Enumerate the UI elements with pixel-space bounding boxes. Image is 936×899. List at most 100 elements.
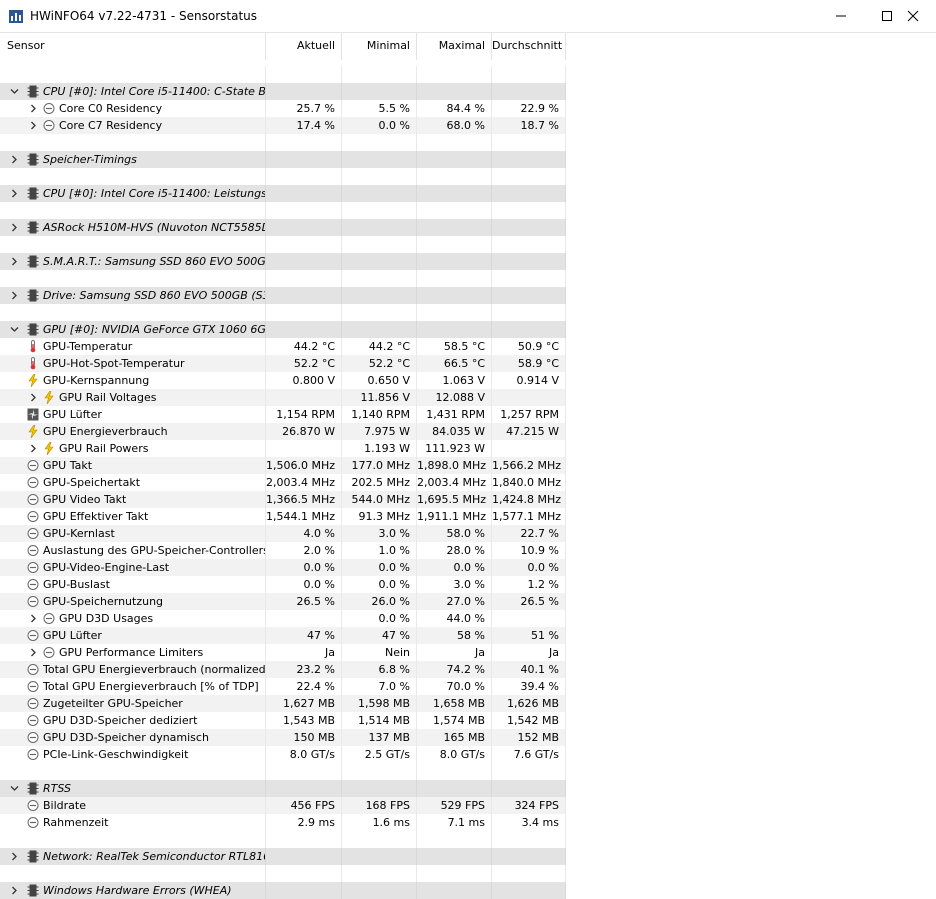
chevron-right-icon[interactable] [27, 100, 39, 117]
value-max: 1,574 MB [417, 712, 492, 729]
value-avg: 0.0 % [492, 559, 566, 576]
sensor-label-cell: GPU-Buslast [0, 576, 266, 593]
sensor-group-row[interactable]: Drive: Samsung SSD 860 EVO 500GB (S3Z2..… [0, 287, 566, 304]
value-current: 22.4 % [266, 678, 342, 695]
value-max: 0.0 % [417, 559, 492, 576]
sensor-row[interactable]: GPU Energieverbrauch 26.870 W 7.975 W 84.03… [0, 423, 566, 440]
sensor-row[interactable]: GPU Rail Powers 1.193 W 111.923 W [0, 440, 566, 457]
sensor-label-cell: GPU Performance Limiters [0, 644, 266, 661]
sensor-row[interactable]: Core C0 Residency 25.7 % 5.5 % 84.4 % 22.9 % [0, 100, 566, 117]
sensor-row[interactable]: Total GPU Energieverbrauch [% of TDP] 22.… [0, 678, 566, 695]
chevron-right-icon[interactable] [8, 882, 20, 899]
sensor-row[interactable]: GPU Effektiver Takt 1,544.1 MHz 91.3 MHz 1,… [0, 508, 566, 525]
spacer-cell [266, 236, 342, 253]
sensor-row[interactable]: GPU-Buslast 0.0 % 0.0 % 3.0 % 1.2 % [0, 576, 566, 593]
chevron-right-icon[interactable] [8, 185, 20, 202]
value-current: 4.0 % [266, 525, 342, 542]
sensor-row[interactable]: Zugeteilter GPU-Speicher 1,627 MB 1,598 MB… [0, 695, 566, 712]
chevron-right-icon[interactable] [27, 389, 39, 406]
chevron-right-icon[interactable] [27, 644, 39, 661]
sensor-row[interactable]: GPU-Kernlast 4.0 % 3.0 % 58.0 % 22.7 % [0, 525, 566, 542]
chevron-right-icon[interactable] [27, 610, 39, 627]
sensor-label: GPU Rail Powers [59, 442, 149, 455]
sensor-group-row[interactable]: Network: RealTek Semiconductor RTL8168/.… [0, 848, 566, 865]
chevron-down-icon[interactable] [8, 83, 20, 100]
sensor-group-row[interactable]: S.M.A.R.T.: Samsung SSD 860 EVO 500GB ..… [0, 253, 566, 270]
sensor-group-row[interactable]: Speicher-Timings [0, 151, 566, 168]
gauge-icon [27, 459, 39, 472]
sensor-group-row[interactable]: RTSS [0, 780, 566, 797]
chevron-right-icon[interactable] [27, 117, 39, 134]
sensor-group-row[interactable]: ASRock H510M-HVS (Nuvoton NCT5585D) [0, 219, 566, 236]
sensor-row[interactable]: Total GPU Energieverbrauch (normalized) … [0, 661, 566, 678]
spacer-row [0, 763, 566, 780]
column-header-avg[interactable]: Durchschnitt [492, 33, 566, 60]
chevron-right-icon[interactable] [8, 848, 20, 865]
group-label-cell: CPU [#0]: Intel Core i5-11400: Leistungs… [0, 185, 266, 202]
sensor-row[interactable]: GPU Takt 1,506.0 MHz 177.0 MHz 1,898.0 MHz 1… [0, 457, 566, 474]
chevron-right-icon[interactable] [8, 287, 20, 304]
sensor-row[interactable]: GPU D3D Usages 0.0 % 44.0 % [0, 610, 566, 627]
group-label: CPU [#0]: Intel Core i5-11400: Leistungs… [43, 187, 266, 200]
sensor-row[interactable]: PCIe-Link-Geschwindigkeit 8.0 GT/s 2.5 GT/… [0, 746, 566, 763]
column-header-sensor[interactable]: Sensor [0, 33, 266, 60]
gauge-icon [43, 646, 55, 659]
sensor-row[interactable]: GPU-Temperatur 44.2 °C 44.2 °C 58.5 °C 50.9 … [0, 338, 566, 355]
column-header-current[interactable]: Aktuell [266, 33, 342, 60]
column-header-min[interactable]: Minimal [342, 33, 417, 60]
chevron-right-icon[interactable] [27, 440, 39, 457]
sensor-row[interactable]: GPU Lüfter 47 % 47 % 58 % 51 % [0, 627, 566, 644]
sensor-row[interactable]: GPU Lüfter 1,154 RPM 1,140 RPM 1,431 RPM 1,2… [0, 406, 566, 423]
group-value-cell [492, 83, 566, 100]
sensor-label-cell: GPU Lüfter [0, 627, 266, 644]
sensor-row[interactable]: Bildrate 456 FPS 168 FPS 529 FPS 324 FPS [0, 797, 566, 814]
sensor-row[interactable]: GPU Video Takt 1,366.5 MHz 544.0 MHz 1,695.… [0, 491, 566, 508]
sensor-row[interactable]: GPU-Speichertakt 2,003.4 MHz 202.5 MHz 2,00… [0, 474, 566, 491]
value-current: 23.2 % [266, 661, 342, 678]
value-avg: 0.914 V [492, 372, 566, 389]
sensor-row[interactable]: GPU Rail Voltages 11.856 V 12.088 V [0, 389, 566, 406]
group-value-cell [417, 780, 492, 797]
value-max: 58 % [417, 627, 492, 644]
chevron-down-icon[interactable] [8, 321, 20, 338]
sensor-group-row[interactable]: GPU [#0]: NVIDIA GeForce GTX 1060 6GB: [0, 321, 566, 338]
spacer-cell [266, 168, 342, 185]
sensor-group-row[interactable]: CPU [#0]: Intel Core i5-11400: C-State B… [0, 83, 566, 100]
value-max: 66.5 °C [417, 355, 492, 372]
spacer-cell [266, 304, 342, 321]
sensor-row[interactable]: GPU D3D-Speicher dediziert 1,543 MB 1,514 … [0, 712, 566, 729]
sensor-row[interactable]: Core C7 Residency 17.4 % 0.0 % 68.0 % 18.7 % [0, 117, 566, 134]
value-avg: 40.1 % [492, 661, 566, 678]
group-value-cell [266, 321, 342, 338]
fan-icon [27, 408, 39, 421]
sensor-row[interactable]: GPU-Video-Engine-Last 0.0 % 0.0 % 0.0 % 0.0 … [0, 559, 566, 576]
column-header-max[interactable]: Maximal [417, 33, 492, 60]
chevron-down-icon[interactable] [8, 780, 20, 797]
sensor-label-cell: GPU-Temperatur [0, 338, 266, 355]
group-value-cell [417, 185, 492, 202]
sensor-group-row[interactable]: CPU [#0]: Intel Core i5-11400: Leistungs… [0, 185, 566, 202]
close-button[interactable] [890, 0, 936, 32]
sensor-row[interactable]: GPU-Speichernutzung 26.5 % 26.0 % 27.0 % 26.… [0, 593, 566, 610]
value-min: 7.975 W [342, 423, 417, 440]
sensor-row[interactable]: GPU Performance Limiters Ja Nein Ja Ja [0, 644, 566, 661]
group-value-cell [417, 882, 492, 899]
chevron-right-icon[interactable] [8, 253, 20, 270]
chip-icon [27, 323, 39, 336]
sensor-row[interactable]: Rahmenzeit 2.9 ms 1.6 ms 7.1 ms 3.4 ms [0, 814, 566, 831]
sensor-row[interactable]: GPU-Kernspannung 0.800 V 0.650 V 1.063 V 0.9… [0, 372, 566, 389]
sensor-label: Rahmenzeit [43, 816, 109, 829]
minimize-button[interactable] [818, 0, 864, 32]
value-min: 0.0 % [342, 576, 417, 593]
group-label: ASRock H510M-HVS (Nuvoton NCT5585D) [43, 221, 266, 234]
chevron-right-icon[interactable] [8, 219, 20, 236]
sensor-row[interactable]: Auslastung des GPU-Speicher-Controllers 2… [0, 542, 566, 559]
sensor-group-row[interactable]: Windows Hardware Errors (WHEA) [0, 882, 566, 899]
chevron-right-icon[interactable] [8, 151, 20, 168]
gauge-icon [43, 612, 55, 625]
sensor-row[interactable]: GPU D3D-Speicher dynamisch 150 MB 137 MB 16… [0, 729, 566, 746]
spacer-cell [492, 304, 566, 321]
sensor-row[interactable]: GPU-Hot-Spot-Temperatur 52.2 °C 52.2 °C 66.… [0, 355, 566, 372]
chip-icon [27, 850, 39, 863]
spacer-cell [266, 865, 342, 882]
